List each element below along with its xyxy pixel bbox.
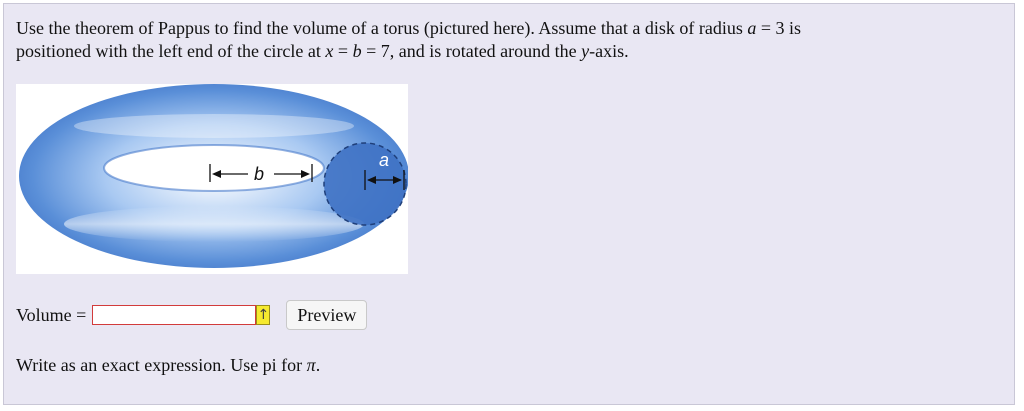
torus-figure: b a	[16, 84, 409, 274]
var-y: y	[581, 41, 590, 61]
var-a: a	[747, 18, 757, 38]
volume-input[interactable]	[92, 305, 257, 325]
math-entry-arrow-icon[interactable]: ↑	[256, 305, 271, 325]
answer-row: Volume = ↑ Preview	[16, 300, 368, 330]
pi-symbol: π	[306, 355, 316, 375]
question-text: Use the theorem of Pappus to find the vo…	[16, 18, 802, 61]
preview-button[interactable]: Preview	[286, 300, 368, 330]
label-a: a	[379, 150, 389, 170]
label-b: b	[254, 164, 264, 184]
var-b: b	[352, 41, 362, 61]
torus-illustration: b a	[19, 84, 409, 268]
hint-text: Write as an exact expression. Use pi for…	[16, 355, 321, 375]
volume-label: Volume =	[16, 304, 87, 325]
question-panel: Use the theorem of Pappus to find the vo…	[3, 3, 1015, 405]
